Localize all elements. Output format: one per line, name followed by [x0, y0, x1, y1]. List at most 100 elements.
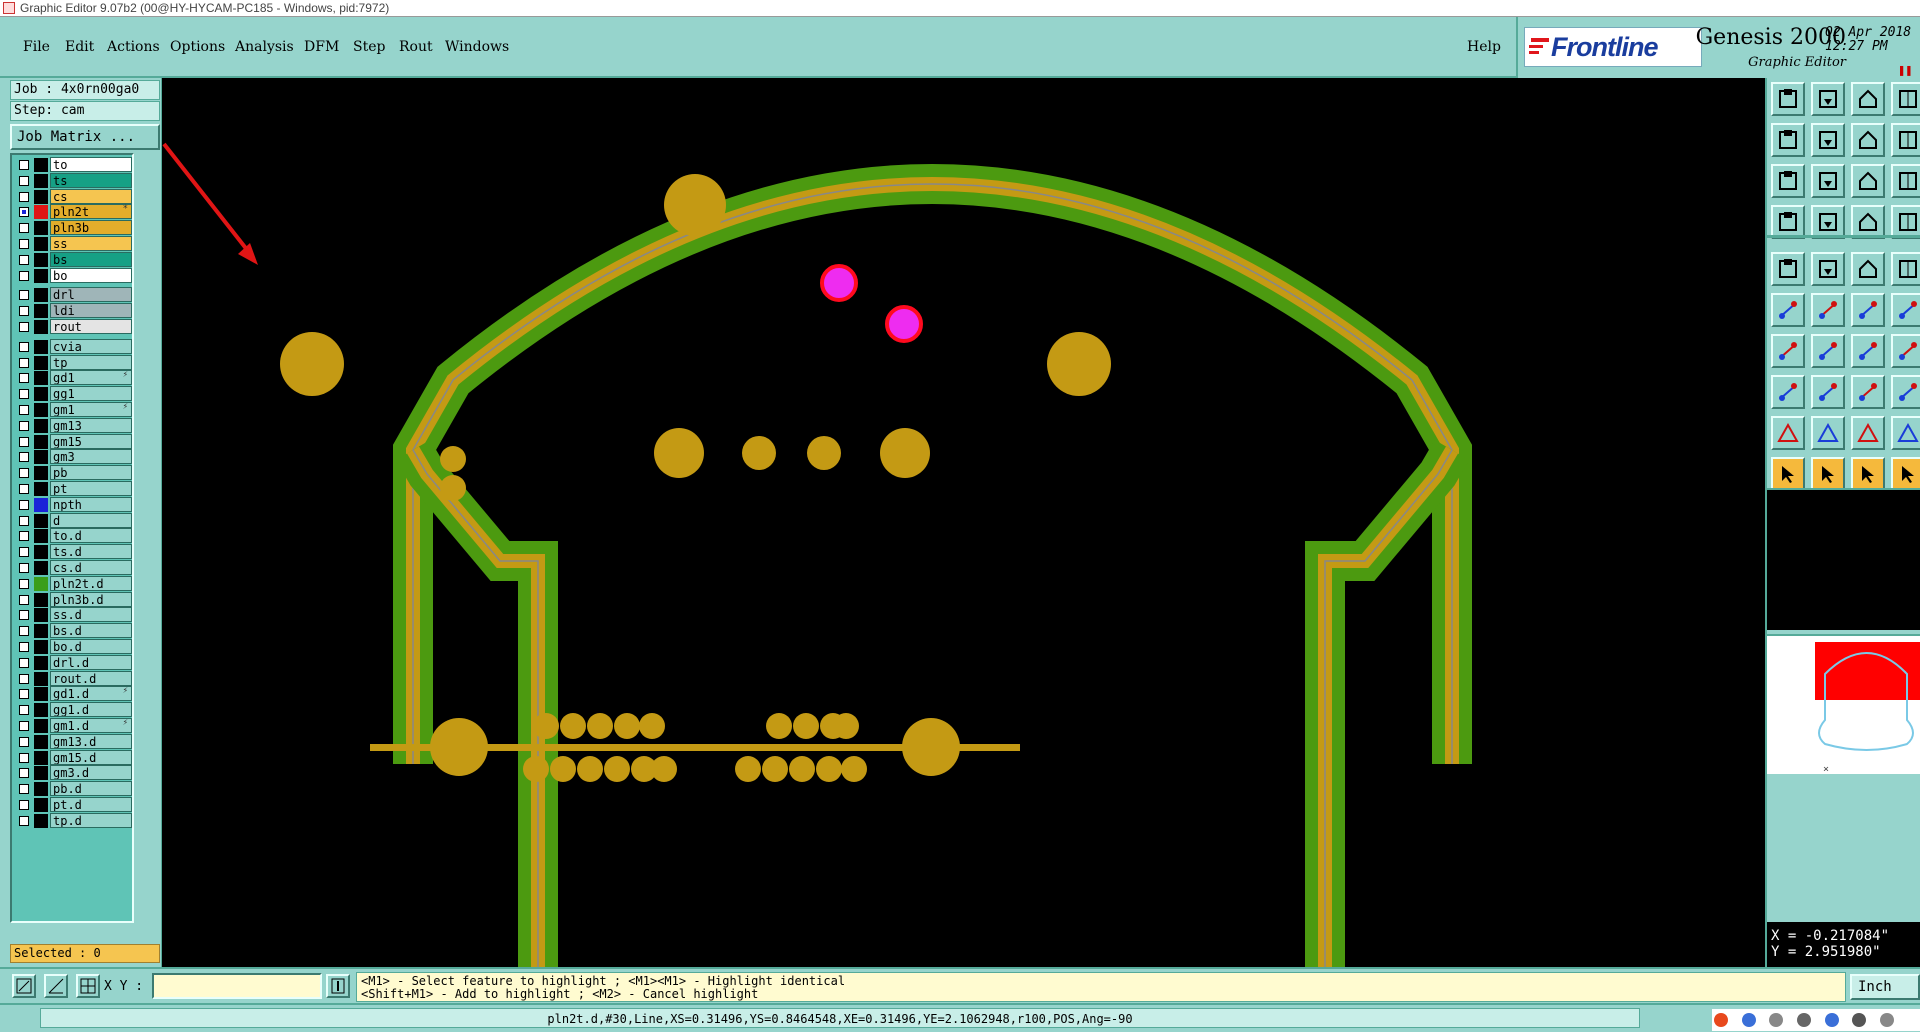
lang-icon[interactable]	[1741, 1013, 1756, 1027]
layer-name[interactable]: bo.d	[50, 639, 132, 654]
layer-name[interactable]: pt	[50, 481, 132, 496]
text-button[interactable]	[1891, 334, 1920, 368]
layer-color-swatch[interactable]	[34, 482, 48, 496]
layer-name[interactable]: ts.d	[50, 544, 132, 560]
layer-row-drl[interactable]: drl	[15, 287, 132, 303]
layer-name[interactable]: gg1	[50, 386, 132, 402]
layer-row-pt[interactable]: pt	[15, 481, 132, 496]
layer-row-gm3[interactable]: gm3	[15, 449, 132, 465]
layer-checkbox[interactable]	[19, 499, 29, 510]
layer-name[interactable]: ss.d	[50, 607, 132, 623]
layer-checkbox[interactable]	[19, 594, 29, 605]
layer-color-swatch[interactable]	[34, 782, 48, 797]
layer-row-ts[interactable]: ts	[15, 172, 132, 188]
menu-dfm[interactable]: DFM	[304, 39, 339, 55]
layer-row-gg1-d[interactable]: gg1.d	[15, 702, 132, 718]
layer-color-swatch[interactable]	[34, 434, 48, 449]
layer-checkbox[interactable]	[19, 657, 29, 668]
layer-checkbox[interactable]	[19, 626, 29, 637]
link-button[interactable]	[1891, 375, 1920, 409]
layer-checkbox[interactable]	[19, 357, 29, 368]
layer-row-npth[interactable]: npth	[15, 496, 132, 512]
minus-button[interactable]	[1811, 375, 1845, 409]
layer-name[interactable]: rout.d	[50, 670, 132, 686]
layer-checkbox[interactable]	[19, 175, 29, 186]
layer-color-swatch[interactable]	[34, 418, 48, 433]
home-top-button[interactable]	[1771, 82, 1805, 116]
connect-button[interactable]	[1771, 293, 1805, 327]
graphic-canvas[interactable]	[162, 78, 1765, 967]
layer-stack-button[interactable]	[1891, 205, 1920, 239]
layer-name[interactable]: rout	[50, 319, 132, 334]
layer-color-swatch[interactable]	[34, 371, 48, 386]
layer-row-ss-d[interactable]: ss.d	[15, 607, 132, 623]
menu-step[interactable]: Step	[353, 39, 385, 55]
triangle-button[interactable]	[1771, 416, 1805, 450]
layer-color-swatch[interactable]	[34, 766, 48, 781]
zoom-fit-button[interactable]	[1771, 164, 1805, 198]
pan-right-button[interactable]	[1811, 123, 1845, 157]
move-button[interactable]	[1851, 375, 1885, 409]
layer-color-swatch[interactable]	[34, 205, 48, 220]
layer-color-swatch[interactable]	[34, 734, 48, 749]
layer-name[interactable]: ts	[50, 172, 132, 188]
layer-compare-button[interactable]	[1851, 205, 1885, 239]
layer-row-pln2t-d[interactable]: pln2t.d	[15, 575, 132, 591]
tri-a-red-button[interactable]	[1891, 416, 1920, 450]
arrow-grid-button[interactable]	[1891, 457, 1920, 491]
layer-color-swatch[interactable]	[34, 671, 48, 686]
layer-row-gg1[interactable]: gg1	[15, 386, 132, 402]
layer-color-swatch[interactable]	[34, 237, 48, 251]
pad-button[interactable]	[1891, 252, 1920, 286]
layer-row-gm1-d[interactable]: gm1.d ⚡	[15, 718, 132, 733]
layer-color-swatch[interactable]	[34, 798, 48, 812]
mic-icon[interactable]	[1824, 1013, 1839, 1027]
layer-name[interactable]: to	[50, 157, 132, 172]
layer-color-swatch[interactable]	[34, 640, 48, 654]
layer-color-swatch[interactable]	[34, 576, 48, 591]
layer-row-to[interactable]: to	[15, 157, 132, 172]
measure-button[interactable]	[1851, 252, 1885, 286]
menu-actions[interactable]: Actions	[107, 39, 160, 55]
layer-color-swatch[interactable]	[34, 561, 48, 575]
rect-point-button[interactable]	[1771, 375, 1805, 409]
xy-input[interactable]	[152, 973, 322, 999]
layer-row-rout[interactable]: rout	[15, 319, 132, 334]
layer-color-swatch[interactable]	[34, 173, 48, 188]
layer-row-tp-d[interactable]: tp.d	[15, 812, 132, 828]
layer-checkbox[interactable]	[19, 673, 29, 684]
tri-a-blue-button[interactable]	[1851, 416, 1885, 450]
layer-checkbox[interactable]	[19, 736, 29, 747]
layer-checkbox[interactable]	[19, 405, 29, 415]
layer-row-drl-d[interactable]: drl.d	[15, 654, 132, 670]
layer-name[interactable]: pb.d	[50, 781, 132, 797]
layer-color-swatch[interactable]	[34, 719, 48, 733]
layer-row-gm13[interactable]: gm13	[15, 417, 132, 433]
units-selector[interactable]: Inch	[1850, 974, 1920, 1000]
layer-color-swatch[interactable]	[34, 813, 48, 828]
arc-button[interactable]	[1851, 334, 1885, 368]
layer-name[interactable]: gm13	[50, 417, 132, 433]
layer-row-bs-d[interactable]: bs.d	[15, 623, 132, 639]
line-point-button[interactable]	[1851, 293, 1885, 327]
info-button[interactable]	[326, 974, 350, 998]
slash-button[interactable]	[1891, 293, 1920, 327]
layer-checkbox[interactable]	[19, 752, 29, 763]
layer-checkbox[interactable]	[19, 254, 29, 265]
layer-name[interactable]: cs	[50, 188, 132, 204]
job-matrix-button[interactable]: Job Matrix ...	[10, 124, 160, 150]
layer-row-bs[interactable]: bs	[15, 251, 132, 267]
layer-color-swatch[interactable]	[34, 497, 48, 512]
layer-name[interactable]: gd1.d	[50, 686, 132, 702]
layer-color-swatch[interactable]	[34, 450, 48, 465]
layer-row-cs-d[interactable]: cs.d	[15, 560, 132, 575]
layer-name[interactable]: pb	[50, 465, 132, 481]
layer-name[interactable]: pln3b.d	[50, 591, 132, 607]
layer-checkbox[interactable]	[19, 800, 29, 810]
layer-color-swatch[interactable]	[34, 304, 48, 319]
layer-checkbox[interactable]	[19, 306, 29, 317]
layer-checkbox[interactable]	[19, 815, 29, 826]
layer-color-swatch[interactable]	[34, 288, 48, 303]
layer-checkbox[interactable]	[19, 160, 29, 170]
layer-checkbox[interactable]	[19, 191, 29, 202]
